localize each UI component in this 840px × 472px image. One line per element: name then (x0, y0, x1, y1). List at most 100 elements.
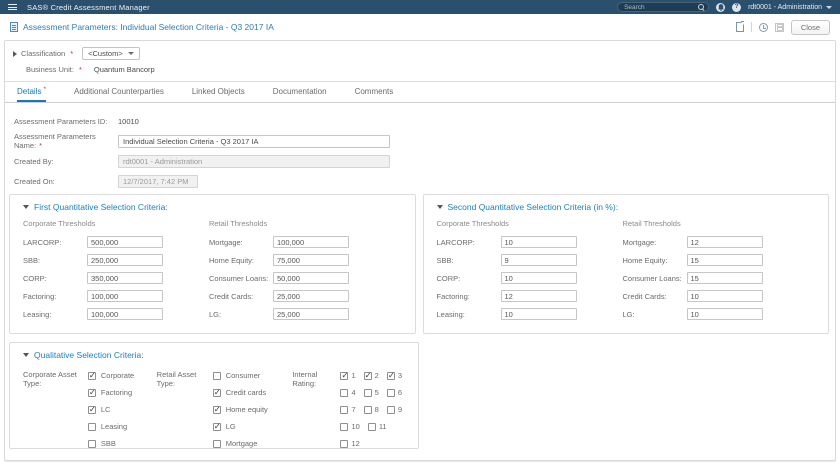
checkbox-12[interactable] (340, 439, 349, 448)
panel-title: Qualitative Selection Criteria: (34, 350, 144, 360)
credit-cards-input[interactable] (686, 290, 763, 302)
tab-details[interactable]: Details * (17, 82, 46, 102)
leasing-input[interactable] (500, 308, 577, 320)
threshold-row-lg: LG: (623, 305, 809, 323)
expander-icon[interactable] (13, 50, 17, 57)
option-lg: LG (212, 418, 293, 435)
checkbox-5[interactable] (363, 388, 372, 397)
checkbox-credit-cards[interactable] (212, 388, 221, 397)
checkbox-7[interactable] (340, 405, 349, 414)
threshold-row-leasing: Leasing: (23, 305, 209, 323)
larcorp-input[interactable] (500, 236, 577, 248)
checkbox-3[interactable] (386, 371, 395, 380)
rating-number: 8 (374, 405, 379, 414)
qualitative-panel: Qualitative Selection Criteria: Corporate… (9, 342, 419, 449)
notifications-icon[interactable] (716, 2, 726, 12)
larcorp-input[interactable] (87, 236, 163, 248)
threshold-row-corp: CORP: (23, 269, 209, 287)
checkbox-lg[interactable] (212, 422, 221, 431)
assessment-parameters-name-input[interactable] (118, 134, 390, 148)
checkbox-leasing[interactable] (87, 422, 96, 431)
mortgage-input[interactable] (686, 236, 763, 248)
sbb-input[interactable] (500, 254, 577, 266)
rating-number: 12 (351, 439, 360, 448)
checkbox-6[interactable] (386, 388, 395, 397)
user-menu[interactable]: rdt0001 - Administration (748, 4, 832, 11)
form-row-created-on: Created On: (14, 174, 835, 188)
rating-option-3: 3 (386, 371, 402, 380)
corp-input[interactable] (87, 272, 163, 284)
lg-input[interactable] (273, 308, 349, 320)
tab-label: Documentation (272, 86, 327, 96)
tab-label: Additional Counterparties (73, 86, 164, 96)
save-icon[interactable] (774, 22, 784, 32)
home-equity-input[interactable] (686, 254, 763, 266)
history-icon[interactable] (758, 22, 768, 32)
first-quantitative-panel: First Quantitative Selection Criteria: Co… (9, 194, 416, 334)
checkbox-8[interactable] (363, 405, 372, 414)
factoring-input[interactable] (87, 290, 163, 302)
credit-cards-input[interactable] (273, 290, 349, 302)
rating-number: 4 (351, 388, 356, 397)
checkbox-1[interactable] (340, 371, 349, 380)
top-app-bar: SAS® Credit Assessment Manager Search ? … (0, 0, 840, 14)
tab-additional-counterparties[interactable]: Additional Counterparties (74, 82, 164, 102)
factoring-input[interactable] (500, 290, 577, 302)
rating-option-8: 8 (363, 405, 379, 414)
checkbox-11[interactable] (367, 422, 376, 431)
consumer-loans-input[interactable] (686, 272, 763, 284)
checkbox-2[interactable] (363, 371, 372, 380)
checkbox-lc[interactable] (87, 405, 96, 414)
second-quantitative-panel: Second Quantitative Selection Criteria (… (422, 194, 829, 334)
threshold-row-consumer-loans: Consumer Loans: (623, 269, 809, 287)
rating-option-12: 12 (340, 439, 360, 448)
checkbox-label: Corporate (100, 371, 135, 380)
menu-icon[interactable] (8, 2, 18, 12)
checkbox-home-equity[interactable] (212, 405, 221, 414)
home-equity-input[interactable] (273, 254, 349, 266)
tab-comments[interactable]: Comments (355, 82, 394, 102)
close-button[interactable]: Close (790, 19, 830, 35)
export-document-icon[interactable] (735, 22, 744, 32)
required-asterisk: * (43, 85, 46, 93)
leasing-input[interactable] (87, 308, 163, 320)
checkbox-consumer[interactable] (212, 371, 221, 380)
details-form: Assessment Parameters ID: 10010 Assessment… (5, 103, 835, 188)
consumer-loans-input[interactable] (273, 272, 349, 284)
second_quant-header: Second Quantitative Selection Criteria (… (436, 201, 821, 213)
sbb-input[interactable] (87, 254, 163, 266)
checkbox-corporate[interactable] (87, 371, 96, 380)
page-title: Assessment Parameters: Individual Select… (23, 22, 274, 32)
checkbox-factoring[interactable] (87, 388, 96, 397)
checkbox-10[interactable] (340, 422, 349, 431)
collapse-icon[interactable] (23, 205, 29, 209)
classification-dropdown[interactable]: <Custom> (82, 47, 140, 60)
tab-linked-objects[interactable]: Linked Objects (192, 82, 245, 102)
required-asterisk: * (37, 141, 43, 150)
corporate-thresholds-column: Corporate Thresholds LARCORP: SBB: CORP: Fac… (23, 219, 209, 323)
search-input[interactable]: Search (617, 2, 710, 12)
help-icon[interactable]: ? (732, 2, 742, 12)
search-icon[interactable] (698, 3, 705, 11)
business-unit-value: Quantum Bancorp (93, 65, 155, 74)
threshold-label: LG: (622, 309, 635, 319)
corporate-thresholds-column: Corporate Thresholds LARCORP: SBB: CORP: Fac… (437, 219, 623, 323)
threshold-row-sbb: SBB: (437, 251, 623, 269)
lg-input[interactable] (686, 308, 763, 320)
retail-asset-type-label: Retail Asset Type: (156, 370, 197, 388)
checkbox-sbb[interactable] (87, 439, 96, 448)
corp-input[interactable] (500, 272, 577, 284)
threshold-label: CORP: (436, 273, 461, 283)
tab-documentation[interactable]: Documentation (273, 82, 327, 102)
threshold-row-leasing: Leasing: (437, 305, 623, 323)
checkbox-9[interactable] (386, 405, 395, 414)
collapse-icon[interactable] (436, 205, 443, 209)
business-unit-label: Business Unit: (26, 65, 74, 74)
field-label: Assessment Parameters Name: * (14, 132, 96, 150)
checkbox-label: Home equity (225, 405, 268, 414)
checkbox-4[interactable] (340, 388, 349, 397)
mortgage-input[interactable] (273, 236, 349, 248)
collapse-icon[interactable] (23, 353, 29, 357)
column-header: Corporate Thresholds (23, 219, 96, 228)
checkbox-mortgage[interactable] (212, 439, 221, 448)
